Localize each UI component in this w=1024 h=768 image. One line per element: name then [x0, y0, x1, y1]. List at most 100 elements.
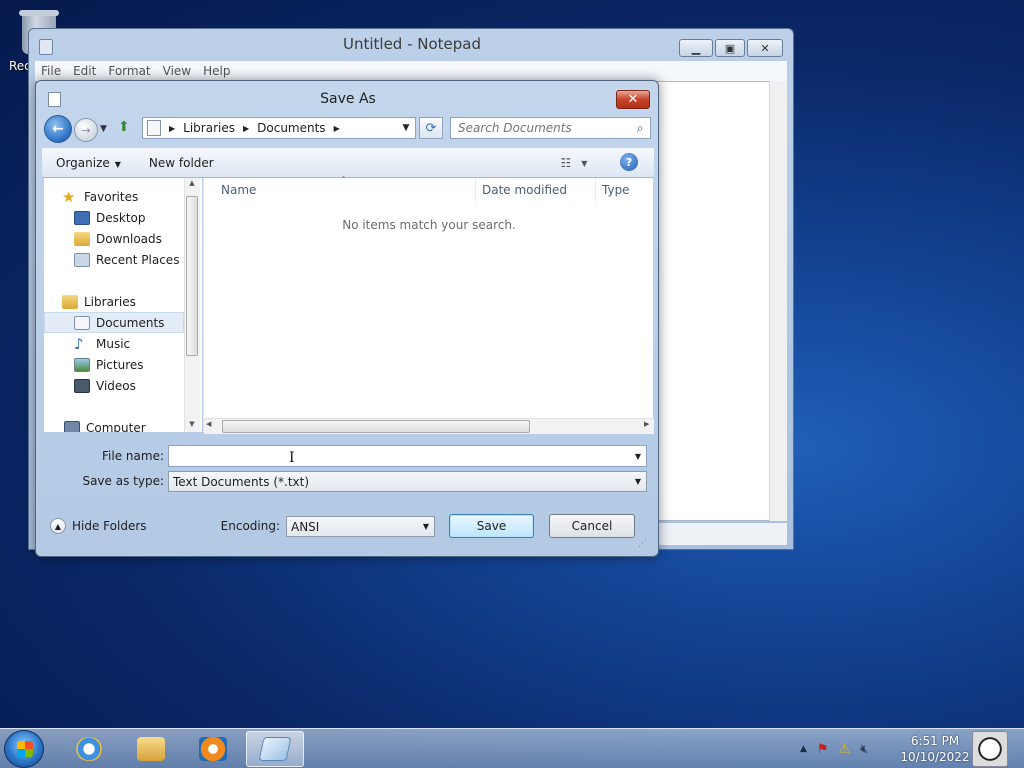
column-name-label: Name: [221, 183, 257, 197]
file-list[interactable]: Name ⌃ Date modified Type No items match…: [203, 175, 654, 434]
taskbar-media-player[interactable]: [184, 731, 242, 767]
nav-documents[interactable]: Documents: [44, 312, 184, 333]
nav-desktop[interactable]: Desktop: [74, 207, 202, 228]
recent-pages-dropdown-icon[interactable]: ▼: [100, 121, 112, 137]
hide-folders-button[interactable]: ▲ Hide Folders: [50, 518, 147, 534]
clock-time: 6:51 PM: [910, 734, 960, 748]
resize-grip-icon[interactable]: ⋰: [638, 539, 652, 551]
notepad-close-button[interactable]: ✕: [747, 39, 783, 57]
file-name-combobox[interactable]: ▼: [168, 445, 647, 467]
column-type[interactable]: Type: [596, 178, 654, 202]
navigation-pane[interactable]: ★ Favorites Desktop Downloads Recent Pla…: [44, 178, 202, 432]
clock-date: 10/10/2022: [900, 750, 970, 764]
breadcrumb-separator-icon[interactable]: ▶: [169, 124, 175, 133]
nav-music[interactable]: ♪ Music: [74, 333, 202, 354]
location-page-icon: [147, 120, 161, 136]
change-view-button[interactable]: ☷ ▼: [554, 153, 594, 173]
breadcrumb-libraries[interactable]: Libraries: [183, 121, 235, 135]
menu-help[interactable]: Help: [197, 64, 236, 78]
dialog-close-button[interactable]: ✕: [616, 90, 650, 109]
dialog-title: Save As: [320, 91, 376, 107]
scroll-up-icon[interactable]: ▲: [186, 179, 198, 187]
minimize-button[interactable]: ▁: [679, 39, 713, 57]
help-icon[interactable]: ?: [620, 153, 638, 171]
address-bar[interactable]: ▶ Libraries ▶ Documents ▶ ▼: [142, 117, 416, 139]
chevron-down-icon: ▼: [581, 158, 588, 168]
search-input[interactable]: [458, 121, 631, 135]
nav-downloads[interactable]: Downloads: [74, 228, 202, 249]
file-list-scroll-thumb[interactable]: [222, 420, 530, 433]
search-icon[interactable]: ⌕: [630, 121, 650, 136]
column-date-modified[interactable]: Date modified: [476, 178, 596, 202]
breadcrumb-separator-icon[interactable]: ▶: [334, 124, 340, 133]
cancel-button[interactable]: Cancel: [549, 514, 635, 538]
nav-favorites[interactable]: ★ Favorites: [62, 186, 202, 207]
notepad-vertical-scrollbar[interactable]: [769, 81, 787, 521]
save-as-dialog: Save As ✕ ← → ▼ ⬆ ▶ Libraries ▶ Document…: [35, 80, 659, 557]
system-tray: ▲ ⚑ ⚠ 🔇︎: [800, 735, 878, 763]
forward-arrow-icon[interactable]: →: [74, 118, 98, 142]
breadcrumb-documents[interactable]: Documents: [257, 121, 325, 135]
notepad-icon: [258, 737, 292, 761]
organize-button[interactable]: Organize ▼: [42, 156, 135, 170]
nav-videos[interactable]: Videos: [74, 375, 202, 396]
nav-recent-places[interactable]: Recent Places: [74, 249, 202, 270]
nav-pictures[interactable]: Pictures: [74, 354, 202, 375]
user-soccer-ball-icon[interactable]: [972, 731, 1008, 767]
nav-libraries[interactable]: Libraries: [62, 291, 202, 312]
libraries-folder-icon: [62, 294, 78, 309]
menu-view[interactable]: View: [157, 64, 197, 78]
notepad-menubar: File Edit Format View Help: [35, 61, 787, 81]
maximize-button[interactable]: ▣: [715, 39, 745, 57]
breadcrumb-separator-icon[interactable]: ▶: [243, 124, 249, 133]
chevron-down-icon[interactable]: ▼: [630, 452, 646, 461]
menu-file[interactable]: File: [35, 64, 67, 78]
scroll-left-icon[interactable]: ◀: [206, 420, 211, 428]
action-center-flag-icon[interactable]: ⚑: [817, 742, 829, 757]
menu-format[interactable]: Format: [102, 64, 156, 78]
save-as-type-select[interactable]: Text Documents (*.txt) ▼: [168, 471, 647, 492]
file-name-input[interactable]: [169, 446, 630, 466]
nav-scroll-thumb[interactable]: [186, 196, 198, 356]
encoding-select[interactable]: ANSI ▼: [286, 516, 435, 537]
show-hidden-icons-icon[interactable]: ▲: [800, 744, 807, 754]
volume-muted-icon[interactable]: 🔇︎: [860, 742, 868, 757]
downloads-folder-icon: [74, 231, 90, 246]
taskbar: ▲ ⚑ ⚠ 🔇︎ 6:51 PM 10/10/2022: [0, 728, 1024, 768]
scroll-right-icon[interactable]: ▶: [644, 420, 649, 428]
folder-icon: [137, 737, 165, 761]
organize-label: Organize: [56, 155, 110, 170]
warning-icon[interactable]: ⚠: [839, 742, 851, 757]
taskbar-notepad[interactable]: [246, 731, 304, 767]
recent-places-icon: [74, 252, 90, 267]
back-arrow-icon[interactable]: ←: [44, 115, 72, 143]
encoding-label: Encoding:: [220, 519, 280, 533]
start-button[interactable]: [4, 730, 44, 768]
taskbar-explorer[interactable]: [122, 731, 180, 767]
sort-ascending-icon: ⌃: [340, 175, 347, 184]
music-note-icon: ♪: [74, 334, 84, 353]
up-folder-icon[interactable]: ⬆: [118, 119, 134, 135]
nav-libraries-label: Libraries: [84, 294, 136, 309]
nav-pane-scrollbar[interactable]: ▲ ▼: [184, 178, 200, 432]
nav-computer-label: Computer: [86, 420, 146, 433]
address-dropdown-icon[interactable]: ▼: [397, 123, 415, 133]
chevron-down-icon: ▼: [114, 159, 121, 169]
nav-computer[interactable]: Computer: [64, 417, 202, 432]
pictures-icon: [74, 357, 90, 372]
refresh-icon[interactable]: ⟳: [419, 117, 443, 139]
nav-recent-places-label: Recent Places: [96, 252, 180, 267]
menu-edit[interactable]: Edit: [67, 64, 102, 78]
clock[interactable]: 6:51 PM 10/10/2022: [895, 733, 975, 765]
nav-videos-label: Videos: [96, 378, 136, 393]
internet-explorer-icon: [75, 737, 103, 761]
taskbar-internet-explorer[interactable]: [60, 731, 118, 767]
new-folder-button[interactable]: New folder: [135, 156, 228, 170]
details-view-icon: ☷: [560, 156, 572, 170]
chevron-down-icon: ▼: [422, 522, 430, 531]
nav-favorites-label: Favorites: [84, 189, 139, 204]
chevron-up-icon: ▲: [50, 518, 66, 534]
save-button[interactable]: Save: [449, 514, 534, 538]
search-box[interactable]: ⌕: [450, 117, 651, 139]
scroll-down-icon[interactable]: ▼: [186, 420, 198, 428]
